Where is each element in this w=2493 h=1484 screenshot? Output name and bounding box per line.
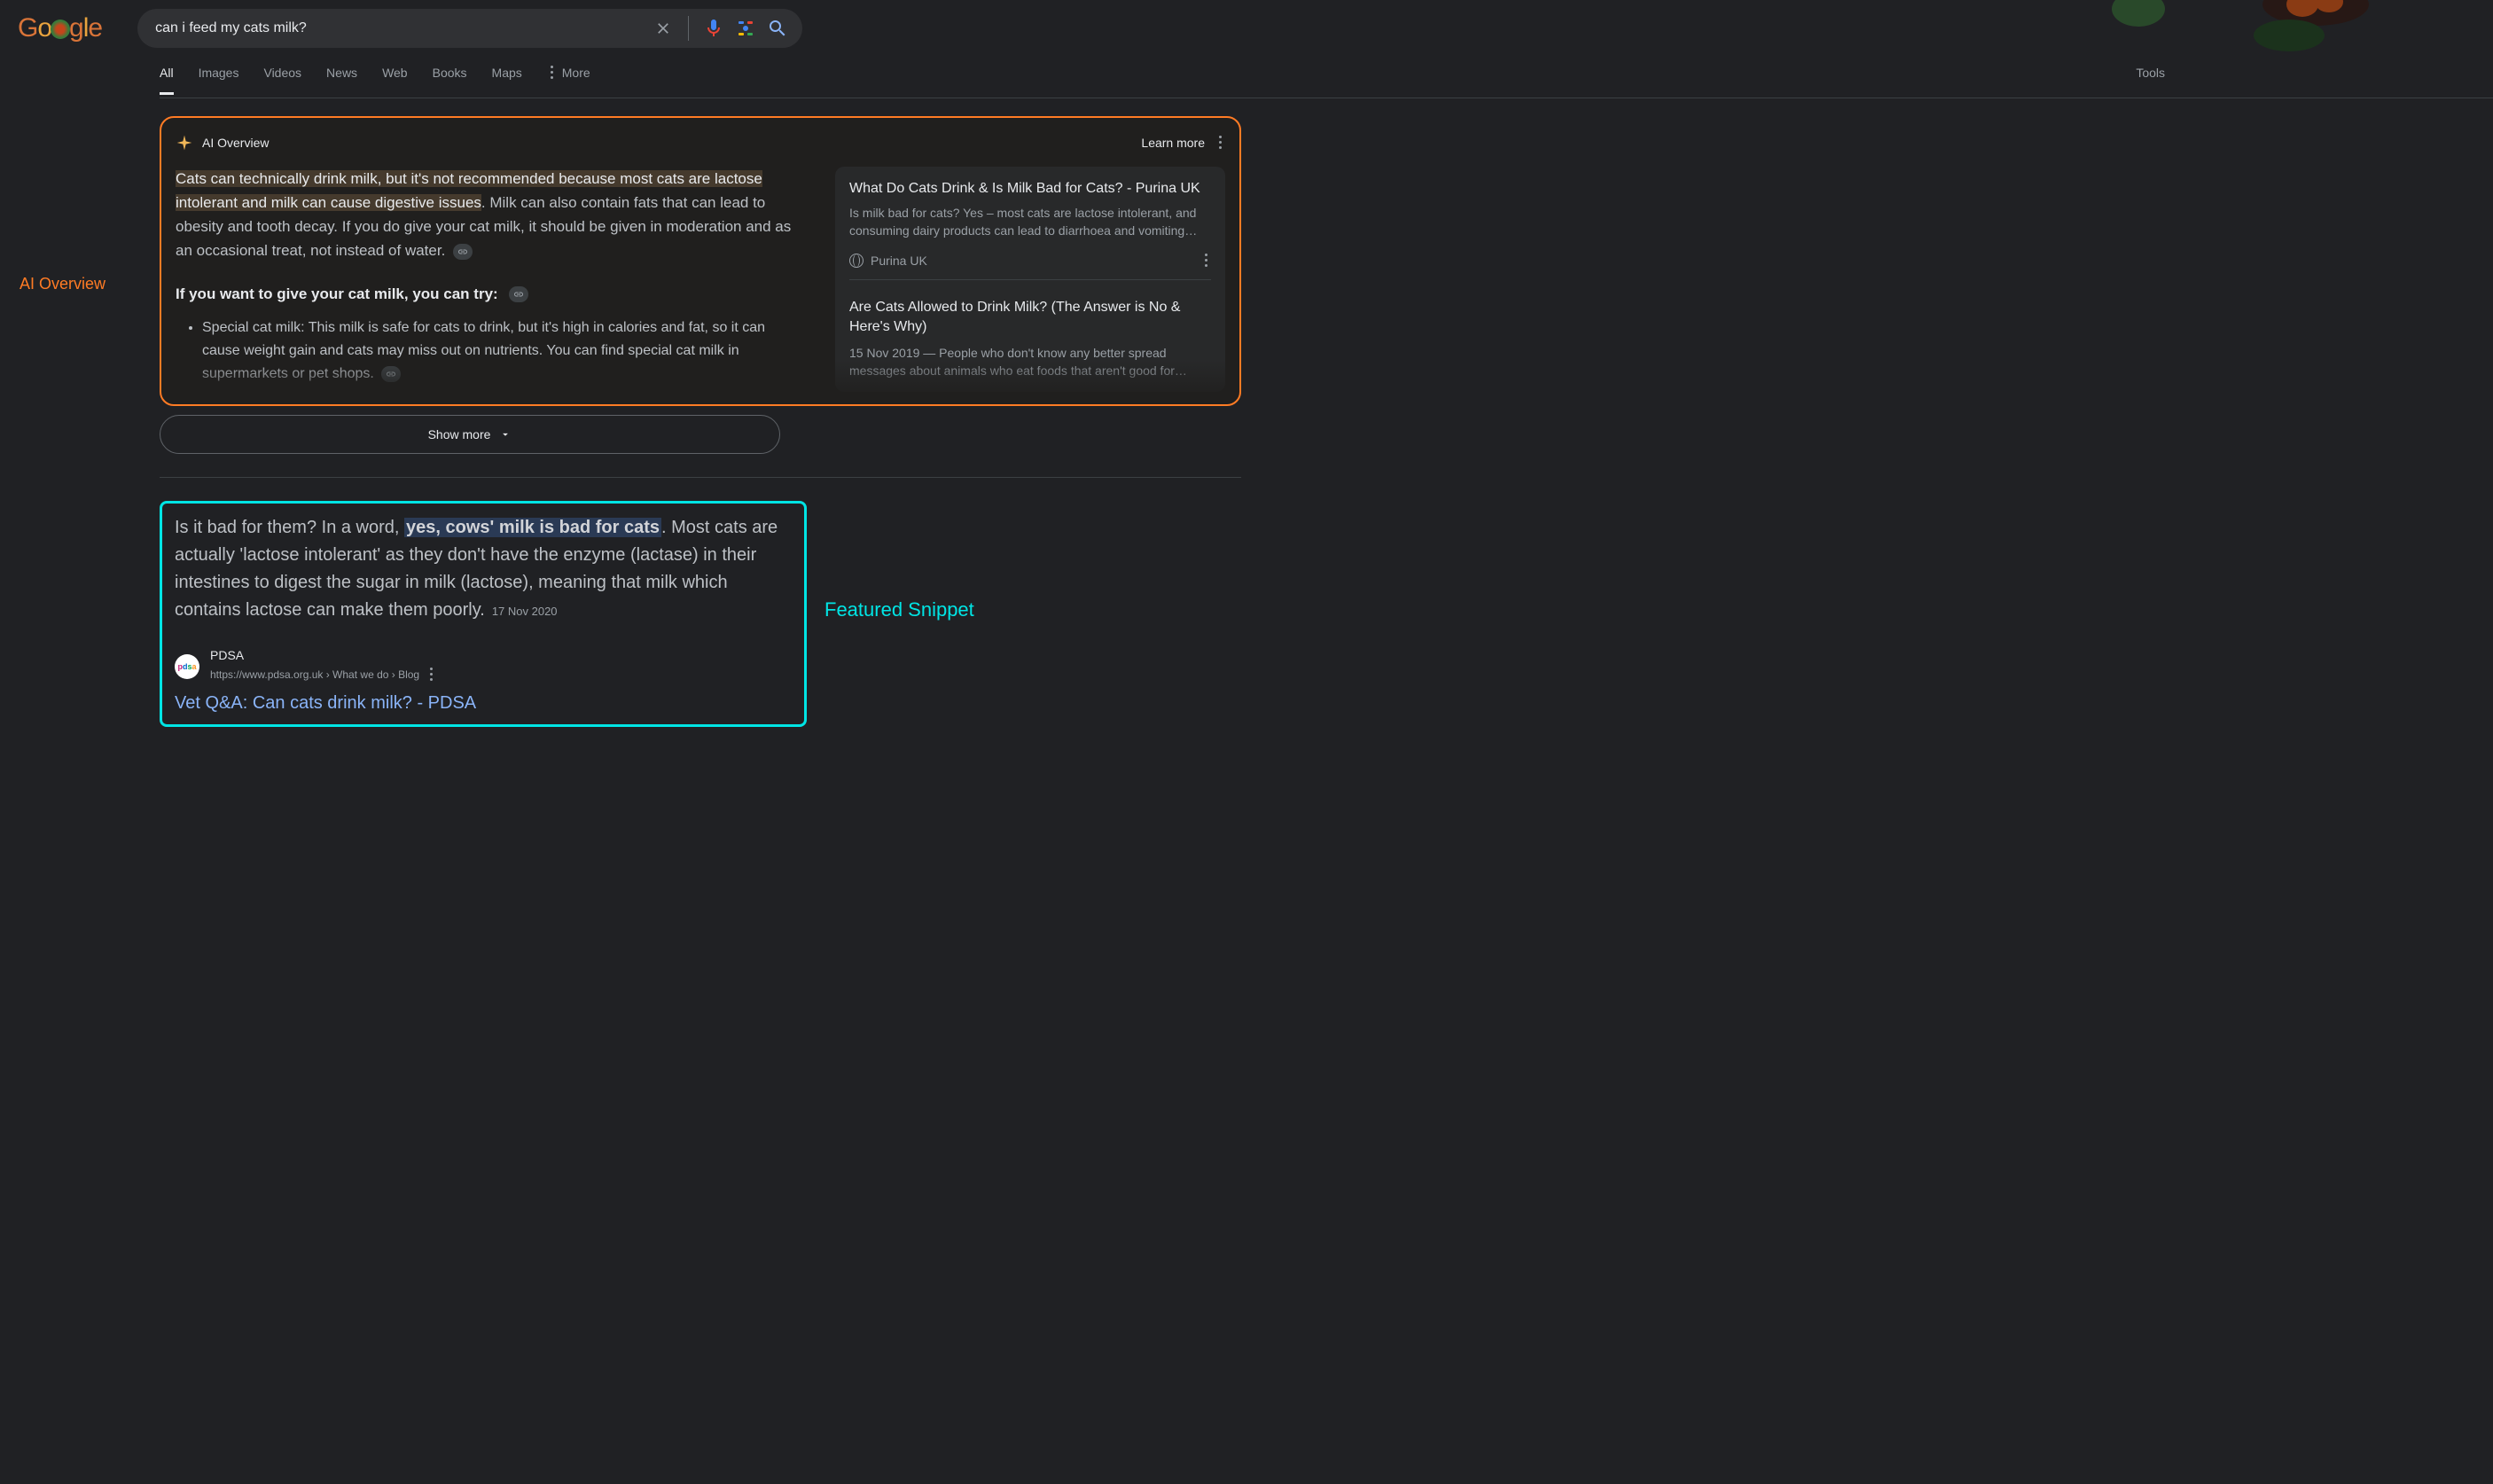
featured-source-url: https://www.pdsa.org.uk › What we do › B… [210,668,419,681]
source-title: Are Cats Allowed to Drink Milk? (The Ans… [849,298,1211,337]
featured-snippet-annotation: Featured Snippet [824,598,974,621]
tab-all[interactable]: All [160,66,174,95]
sparkle-icon [176,134,193,152]
citation-chip-icon[interactable] [509,286,528,302]
globe-icon [849,254,864,268]
ai-subheading: If you want to give your cat milk, you c… [176,282,800,306]
featured-snippet-text: Is it bad for them? In a word, yes, cows… [175,514,792,625]
learn-more-link[interactable]: Learn more [1141,136,1205,150]
doodle-illustration [2067,0,2404,53]
voice-search-icon[interactable] [703,18,724,39]
source-card[interactable]: What Do Cats Drink & Is Milk Bad for Cat… [835,167,1225,392]
search-input[interactable] [155,20,653,36]
tab-more[interactable]: More [547,62,590,98]
tab-web[interactable]: Web [382,66,408,95]
source-title: What Do Cats Drink & Is Milk Bad for Cat… [849,179,1211,199]
ai-overview-text: Cats can technically drink milk, but it'… [176,167,800,395]
tab-maps[interactable]: Maps [492,66,522,95]
ai-overview-menu-icon[interactable] [1215,132,1225,152]
ai-list-item: Special cat milk: This milk is safe for … [202,316,800,386]
search-bar [137,9,802,48]
show-more-button[interactable]: Show more [160,415,780,454]
citation-chip-icon[interactable] [381,366,401,382]
source-menu-icon[interactable] [426,664,436,684]
featured-result-link[interactable]: Vet Q&A: Can cats drink milk? - PDSA [175,693,792,714]
citation-chip-icon[interactable] [453,244,473,260]
search-tabs: All Images Videos News Web Books Maps Mo… [160,48,590,98]
lens-icon[interactable] [735,18,756,39]
search-icon[interactable] [767,18,788,39]
source-snippet: 15 Nov 2019 — People who don't know any … [849,344,1211,379]
clear-icon[interactable] [653,18,674,39]
source-menu-icon[interactable] [1201,250,1211,270]
tab-books[interactable]: Books [433,66,467,95]
tab-news[interactable]: News [326,66,357,95]
ai-overview-annotation: AI Overview [20,275,106,293]
tools-button[interactable]: Tools [2136,66,2165,80]
tab-videos[interactable]: Videos [263,66,301,95]
google-logo[interactable]: Gogle [18,13,102,43]
more-dots-icon [547,62,557,82]
ai-sources-panel: What Do Cats Drink & Is Milk Bad for Cat… [835,167,1225,395]
featured-snippet-box: Is it bad for them? In a word, yes, cows… [160,501,807,727]
source-snippet: Is milk bad for cats? Yes – most cats ar… [849,204,1211,239]
chevron-down-icon [499,428,512,441]
tab-images[interactable]: Images [199,66,239,95]
source-favicon: pdsa [175,654,199,679]
featured-date: 17 Nov 2020 [492,605,558,618]
ai-overview-title: AI Overview [202,136,269,150]
source-author: Purina UK [871,254,927,268]
featured-source-name: PDSA [210,648,436,662]
source-card[interactable]: Are Cats Allowed to Drink Milk? (The Ans… [849,289,1211,379]
ai-overview-box: AI Overview Learn more Cats can technica… [160,116,1241,406]
